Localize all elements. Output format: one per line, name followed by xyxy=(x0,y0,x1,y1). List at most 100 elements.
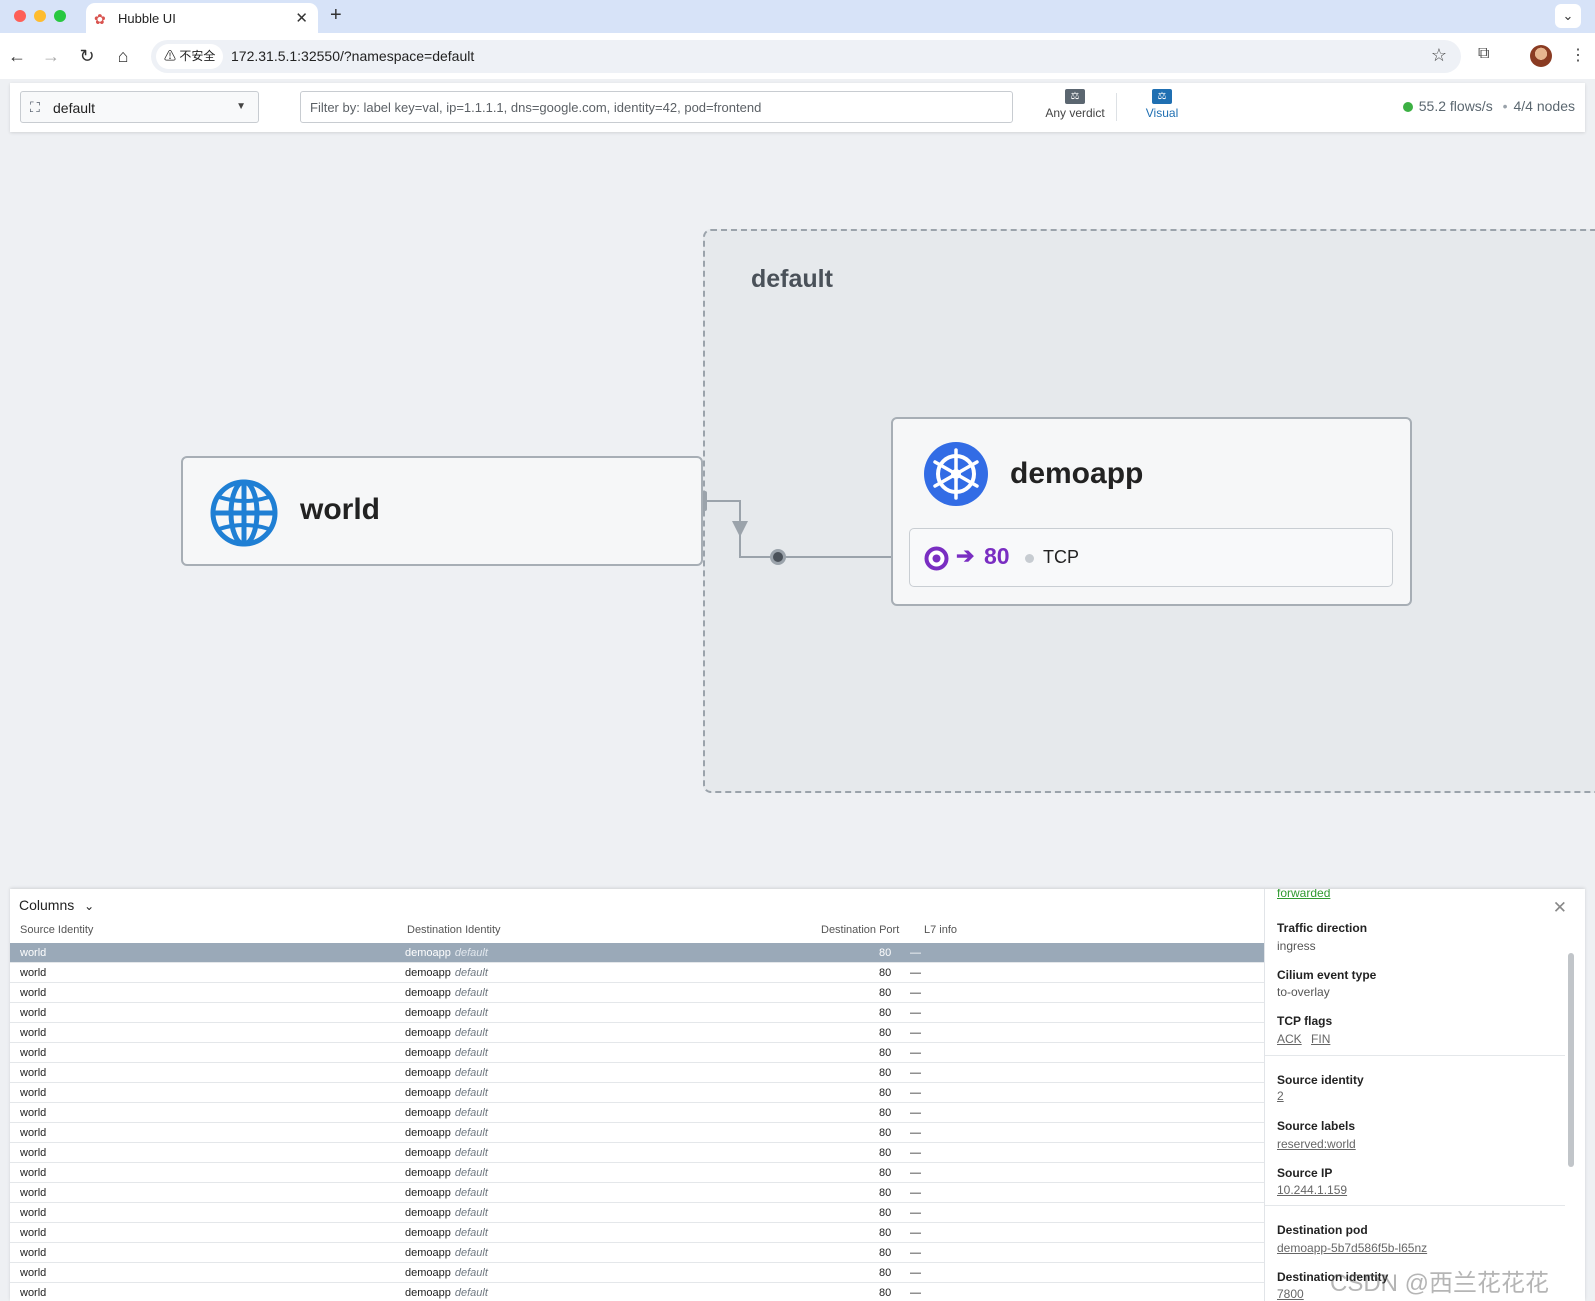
source-identity-cell: world xyxy=(20,1227,46,1239)
table-row[interactable]: world demoapp default 80 — xyxy=(10,1203,1265,1223)
table-row[interactable]: world demoapp default 80 — xyxy=(10,1123,1265,1143)
columns-button[interactable]: Columns ⌄ xyxy=(19,897,94,913)
source-identity-cell-text: world xyxy=(20,1047,47,1059)
source-ip-value[interactable]: 10.244.1.159 xyxy=(1277,1183,1347,1197)
verdict-value[interactable]: forwarded xyxy=(1277,889,1330,900)
destination-identity-cell: demoapp default xyxy=(405,1187,488,1199)
source-labels-label: Source labels xyxy=(1277,1119,1356,1133)
destination-identity-cell: demoapp default xyxy=(405,1067,488,1079)
destination-port-cell: 80 xyxy=(879,1247,891,1259)
l7-info-cell-text: — xyxy=(910,1087,921,1099)
destination-port-cell: 80 xyxy=(879,967,891,979)
header-destination-port[interactable]: Destination Port xyxy=(821,924,899,936)
destination-port-cell: 80 xyxy=(879,1287,891,1299)
table-row[interactable]: world demoapp default 80 — xyxy=(10,1143,1265,1163)
destination-namespace: default xyxy=(454,1167,488,1179)
table-row[interactable]: world demoapp default 80 — xyxy=(10,983,1265,1003)
flow-details-panel: forwarded ✕ Traffic direction ingress Ci… xyxy=(1264,889,1585,1301)
destination-identity-cell: demoapp default xyxy=(405,1107,488,1119)
destination-identity-cell-text: demoapp xyxy=(405,947,451,959)
table-row[interactable]: world demoapp default 80 — xyxy=(10,1103,1265,1123)
l7-info-cell: — xyxy=(910,1287,921,1299)
source-identity-cell-text: world xyxy=(20,1127,47,1139)
destination-namespace: default xyxy=(454,1127,488,1139)
destination-port-cell-text: 80 xyxy=(879,1127,892,1139)
source-identity-cell: world xyxy=(20,1167,46,1179)
destination-port-cell-text: 80 xyxy=(879,1027,892,1039)
source-identity-cell-text: world xyxy=(20,1227,47,1239)
destination-port-cell-text: 80 xyxy=(879,1107,892,1119)
destination-port-cell: 80 xyxy=(879,947,891,959)
source-identity-cell-text: world xyxy=(20,1267,47,1279)
destination-identity-cell: demoapp default xyxy=(405,1007,488,1019)
source-identity-cell-text: world xyxy=(20,1147,47,1159)
destination-identity-cell: demoapp default xyxy=(405,987,488,999)
source-identity-cell: world xyxy=(20,967,46,979)
header-destination-identity[interactable]: Destination Identity xyxy=(407,924,501,936)
destination-namespace: default xyxy=(454,947,488,959)
details-scrollbar[interactable] xyxy=(1568,953,1574,1167)
destination-identity-cell-text: demoapp xyxy=(405,1207,451,1219)
source-identity-cell: world xyxy=(20,1247,46,1259)
l7-info-cell: — xyxy=(910,1027,921,1039)
tcp-flags-label: TCP flags xyxy=(1277,1014,1333,1028)
source-identity-cell-text: world xyxy=(20,1107,47,1119)
source-identity-cell-text: world xyxy=(20,1167,47,1179)
destination-namespace: default xyxy=(454,1267,488,1279)
destination-namespace: default xyxy=(454,1147,488,1159)
tcp-flag-fin[interactable]: FIN xyxy=(1311,1032,1330,1046)
source-identity-cell-text: world xyxy=(20,1287,47,1299)
world-card[interactable]: world xyxy=(181,456,703,566)
destination-pod-value[interactable]: demoapp-5b7d586f5b-l65nz xyxy=(1277,1241,1427,1255)
destination-pod-label: Destination pod xyxy=(1277,1223,1368,1237)
port-row[interactable]: ➔ 80 TCP xyxy=(909,528,1393,587)
destination-identity-cell: demoapp default xyxy=(405,1167,488,1179)
header-source-identity[interactable]: Source Identity xyxy=(20,924,93,936)
destination-identity-cell: demoapp default xyxy=(405,1207,488,1219)
source-identity-cell-text: world xyxy=(20,1067,47,1079)
close-icon[interactable]: ✕ xyxy=(1553,898,1567,918)
table-row[interactable]: world demoapp default 80 — xyxy=(10,1023,1265,1043)
destination-namespace: default xyxy=(454,1287,488,1299)
table-row[interactable]: world demoapp default 80 — xyxy=(10,1183,1265,1203)
source-identity-cell: world xyxy=(20,947,46,959)
world-title: world xyxy=(300,493,380,526)
header-l7-info[interactable]: L7 info xyxy=(924,924,957,936)
source-identity-cell: world xyxy=(20,1267,46,1279)
source-identity-value[interactable]: 2 xyxy=(1277,1089,1284,1103)
table-row[interactable]: world demoapp default 80 — xyxy=(10,963,1265,983)
table-row[interactable]: world demoapp default 80 — xyxy=(10,1003,1265,1023)
l7-info-cell-text: — xyxy=(910,967,921,979)
source-identity-cell-text: world xyxy=(20,1007,47,1019)
destination-port-cell: 80 xyxy=(879,1027,891,1039)
tcp-flag-ack[interactable]: ACK xyxy=(1277,1032,1302,1046)
port-endpoint-icon xyxy=(924,546,949,571)
table-row[interactable]: world demoapp default 80 — xyxy=(10,1043,1265,1063)
l7-info-cell: — xyxy=(910,1247,921,1259)
table-row[interactable]: world demoapp default 80 — xyxy=(10,1163,1265,1183)
destination-port-cell-text: 80 xyxy=(879,967,892,979)
destination-port-cell: 80 xyxy=(879,987,891,999)
destination-port-cell: 80 xyxy=(879,1207,891,1219)
table-row[interactable]: world demoapp default 80 — xyxy=(10,1083,1265,1103)
table-row[interactable]: world demoapp default 80 — xyxy=(10,1063,1265,1083)
port-arrow-icon: ➔ xyxy=(956,543,975,568)
source-identity-cell-text: world xyxy=(20,1247,47,1259)
destination-identity-cell-text: demoapp xyxy=(405,1247,451,1259)
destination-identity-value[interactable]: 7800 xyxy=(1277,1287,1304,1301)
table-row[interactable]: world demoapp default 80 — xyxy=(10,1243,1265,1263)
l7-info-cell-text: — xyxy=(910,1067,921,1079)
destination-namespace: default xyxy=(454,1107,488,1119)
l7-info-cell: — xyxy=(910,1127,921,1139)
table-row[interactable]: world demoapp default 80 — xyxy=(10,1283,1265,1301)
source-identity-cell: world xyxy=(20,1127,46,1139)
table-row[interactable]: world demoapp default 80 — xyxy=(10,1263,1265,1283)
l7-info-cell: — xyxy=(910,1227,921,1239)
destination-namespace: default xyxy=(454,1067,488,1079)
destination-identity-cell: demoapp default xyxy=(405,1027,488,1039)
source-labels-value[interactable]: reserved:world xyxy=(1277,1137,1356,1151)
table-row[interactable]: world demoapp default 80 — xyxy=(10,1223,1265,1243)
table-row[interactable]: world demoapp default 80 — xyxy=(10,943,1265,963)
destination-port-cell-text: 80 xyxy=(879,987,892,999)
source-identity-cell-text: world xyxy=(20,1207,47,1219)
